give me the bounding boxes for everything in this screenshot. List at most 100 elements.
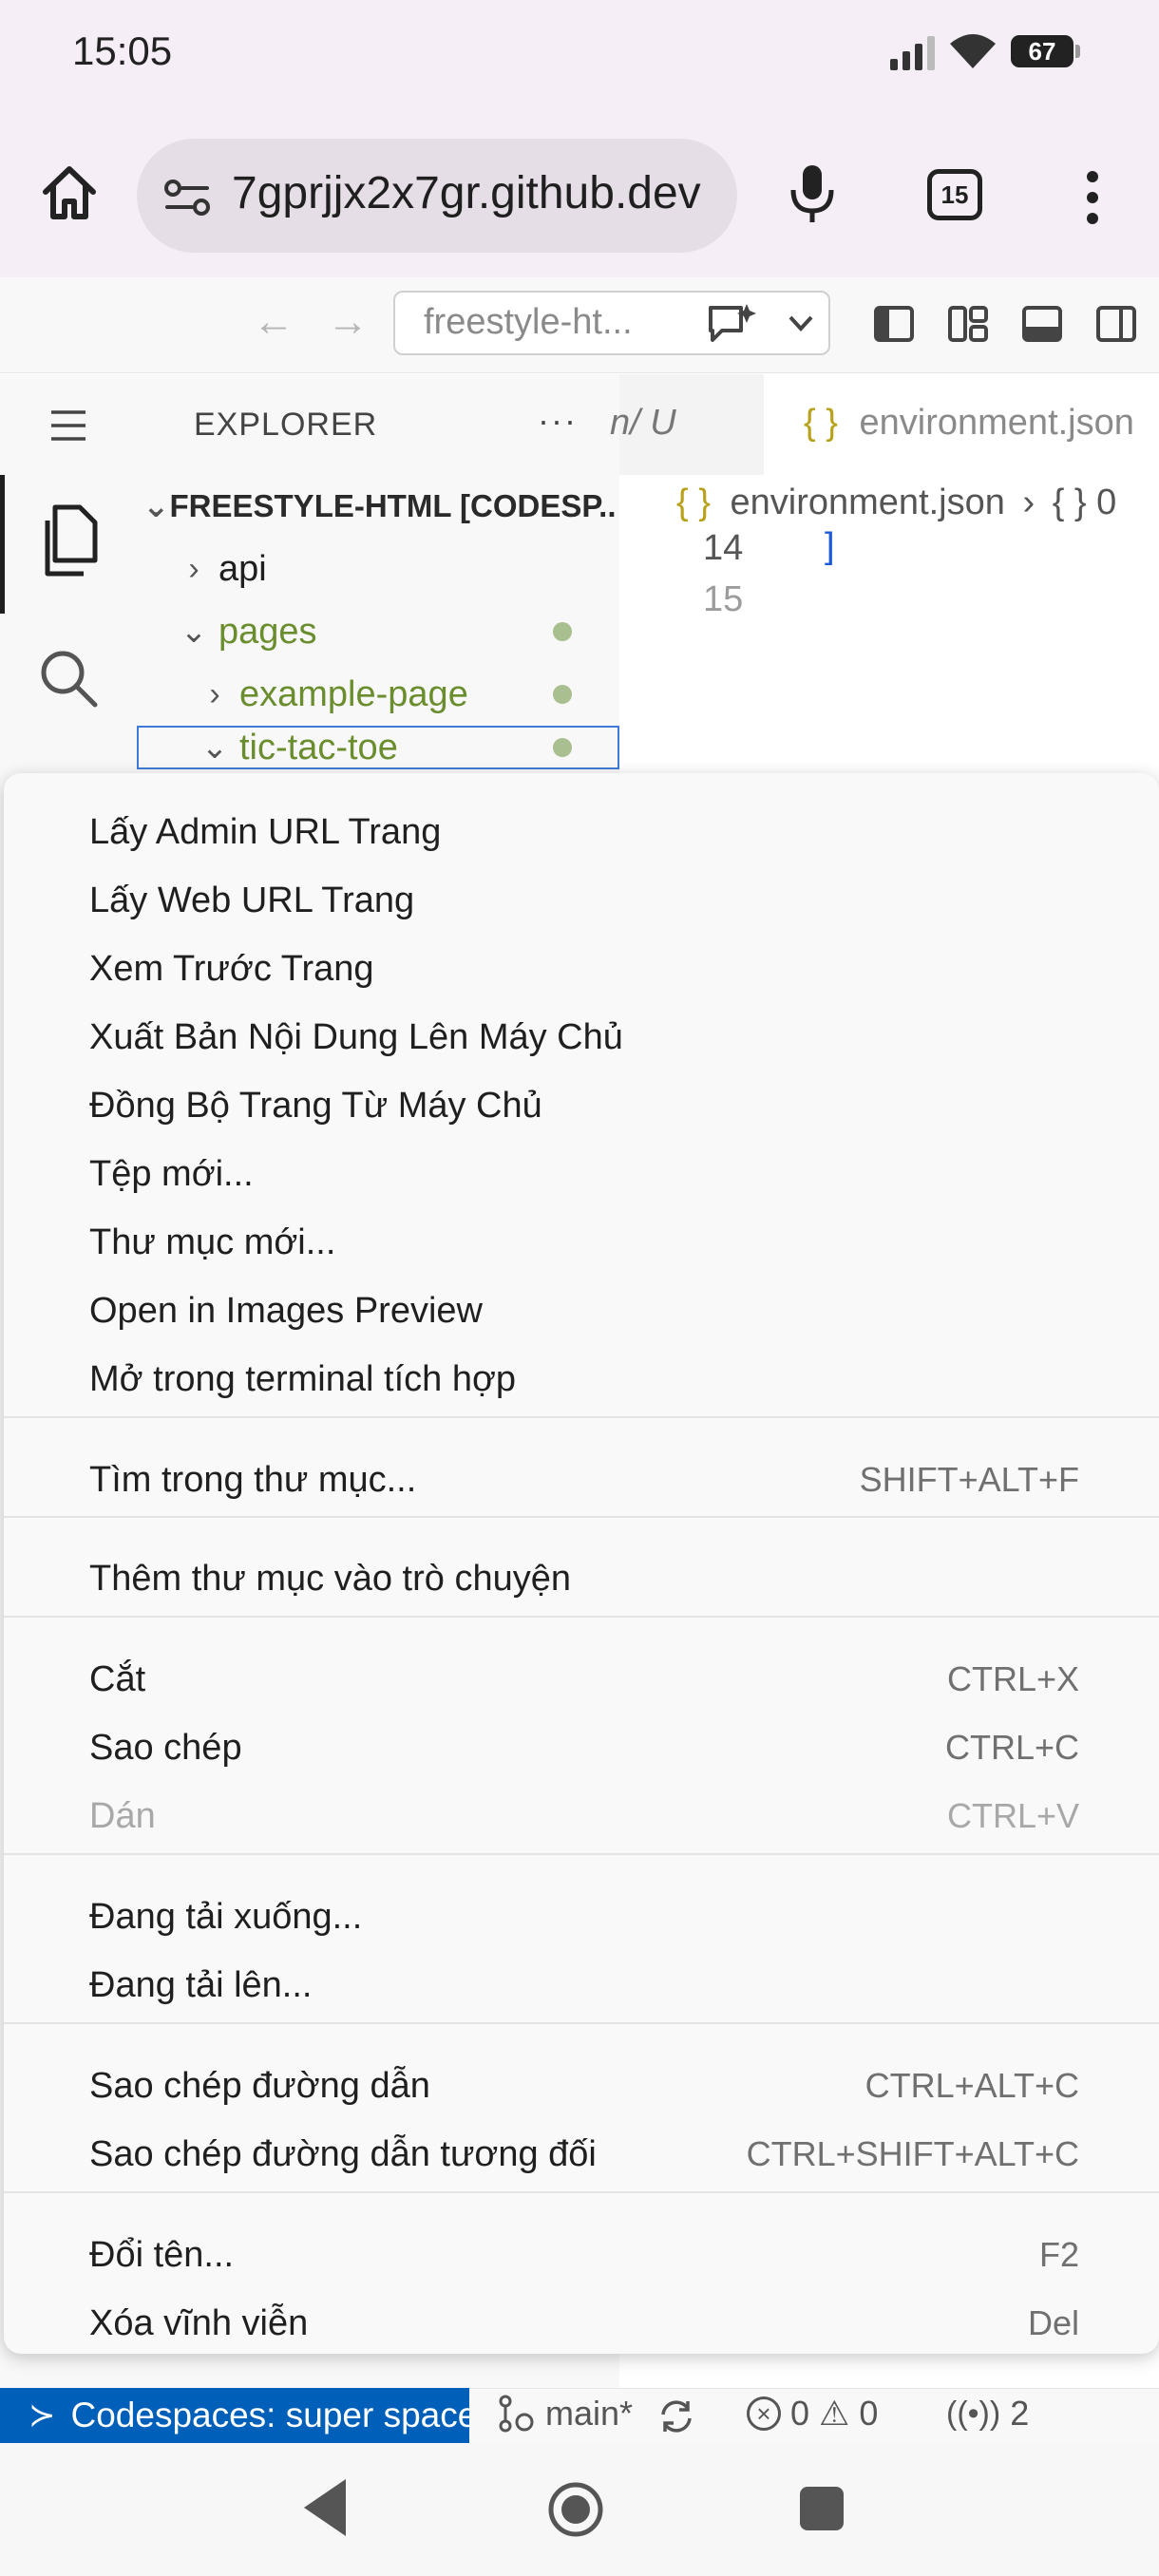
active-tab-label[interactable]: { } environment.json: [804, 403, 1134, 444]
modified-dot: [553, 738, 572, 757]
line-number: 15: [703, 579, 744, 619]
back-arrow-icon[interactable]: ←: [253, 298, 294, 346]
menu-item-add-folder-to-chat[interactable]: Thêm thư mục vào trò chuyện: [4, 1544, 1159, 1613]
url-text[interactable]: 7gprjjx2x7gr.github.dev: [232, 167, 726, 219]
toggle-secondary-sidebar-icon[interactable]: [1094, 302, 1138, 346]
menu-item-get-admin-url[interactable]: Lấy Admin URL Trang: [4, 798, 1159, 866]
explorer-files-icon[interactable]: [36, 503, 99, 579]
menu-item-new-folder[interactable]: Thư mục mới...: [4, 1208, 1159, 1277]
menu-item-cut[interactable]: Cắt CTRL+X: [4, 1645, 1159, 1714]
tree-item-label: tic-tac-toe: [239, 727, 398, 767]
branch-indicator[interactable]: main*: [496, 2394, 633, 2434]
site-settings-icon[interactable]: [160, 169, 217, 226]
modified-dot: [553, 685, 572, 704]
workspace-root-label: FREESTYLE-HTML [CODESP...: [169, 488, 618, 523]
sync-icon[interactable]: [656, 2397, 697, 2435]
breadcrumb-file[interactable]: environment.json: [731, 483, 1005, 522]
active-indicator: [0, 475, 5, 614]
chevron-right-icon: ›: [188, 550, 200, 587]
remote-icon: ≻: [28, 2397, 56, 2434]
warning-count: 0: [859, 2394, 879, 2433]
menu-item-paste: Dán CTRL+V: [89, 1795, 1079, 1836]
tree-item-tic-tac-toe[interactable]: ⌄ tic-tac-toe: [137, 726, 619, 769]
broadcast-icon: ((•)): [946, 2395, 1001, 2432]
explorer-more-actions[interactable]: ···: [538, 401, 578, 441]
menu-item-upload[interactable]: Đang tải lên...: [4, 1951, 1159, 2019]
menu-item-copy-path[interactable]: Sao chép đường dẫn CTRL+ALT+C: [4, 2052, 1159, 2120]
menu-item-find-in-folder[interactable]: Tìm trong thư mục... SHIFT+ALT+F: [4, 1446, 1159, 1514]
explorer-title: EXPLORER: [194, 407, 378, 443]
signal-icon: [890, 32, 935, 70]
chevron-down-icon: ⌄: [180, 614, 208, 650]
home-nav-icon[interactable]: [547, 2481, 604, 2538]
chevron-down-icon: ⌄: [142, 488, 170, 524]
remote-label: Codespaces: super space: [70, 2396, 470, 2434]
source-control-branch-icon: [499, 2395, 534, 2433]
copilot-chat-icon[interactable]: [705, 300, 758, 348]
system-icons: 67: [890, 32, 1080, 70]
customize-layout-icon[interactable]: [946, 302, 990, 346]
menu-item-open-images-preview[interactable]: Open in Images Preview: [4, 1277, 1159, 1345]
clock: 15:05: [72, 28, 173, 73]
forward-arrow-icon[interactable]: →: [327, 298, 369, 346]
menu-item-download[interactable]: Đang tải xuống...: [4, 1883, 1159, 1951]
microphone-icon[interactable]: [779, 160, 846, 226]
hamburger-menu-icon[interactable]: [49, 408, 87, 443]
menu-item-preview-page[interactable]: Xem Trước Trang: [4, 935, 1159, 1003]
back-icon[interactable]: [304, 2479, 346, 2536]
breadcrumb-symbol[interactable]: { } 0: [1053, 483, 1117, 522]
menu-separator: [4, 1516, 1159, 1518]
chevron-right-icon: ›: [209, 675, 220, 712]
context-menu: Lấy Admin URL Trang Lấy Web URL Trang Xe…: [4, 773, 1159, 2354]
menu-item-copy[interactable]: Sao chép CTRL+C: [4, 1714, 1159, 1782]
menu-separator: [4, 1853, 1159, 1855]
tree-item-pages[interactable]: ⌄ pages: [175, 600, 572, 663]
remote-indicator[interactable]: ≻ Codespaces: super space: [0, 2388, 469, 2443]
menu-item-copy-relative-path[interactable]: Sao chép đường dẫn tương đối CTRL+SHIFT+A…: [4, 2120, 1159, 2188]
menu-separator: [4, 1416, 1159, 1418]
ports-count: 2: [1010, 2394, 1030, 2433]
recent-apps-icon[interactable]: [800, 2487, 844, 2530]
tab-switcher-button[interactable]: 15: [927, 169, 982, 220]
toggle-panel-icon[interactable]: [1020, 302, 1064, 346]
tree-item-example-page[interactable]: › example-page: [196, 663, 572, 726]
battery-icon: 67: [1011, 35, 1080, 67]
breadcrumb[interactable]: { } environment.json › { } 0: [676, 483, 1116, 523]
workspace-root[interactable]: ⌄ FREESTYLE-HTML [CODESP...: [142, 475, 618, 538]
toggle-primary-sidebar-icon[interactable]: [872, 302, 916, 346]
code-line[interactable]: ]: [825, 526, 835, 567]
ports-indicator[interactable]: ((•)) 2: [946, 2394, 1029, 2434]
command-center-text[interactable]: freestyle-ht...: [424, 302, 633, 343]
more-vert-icon[interactable]: [1074, 169, 1112, 226]
line-number: 14: [703, 528, 744, 568]
menu-item-sync-page[interactable]: Đồng Bộ Trang Từ Máy Chủ: [4, 1071, 1159, 1140]
error-count: 0: [790, 2394, 810, 2433]
json-file-icon: { }: [804, 403, 838, 443]
chevron-down-icon[interactable]: [785, 304, 817, 342]
error-icon: ×: [747, 2396, 781, 2431]
tree-item-label: api: [218, 548, 267, 589]
menu-item-publish-content[interactable]: Xuất Bản Nội Dung Lên Máy Chủ: [4, 1003, 1159, 1071]
menu-item-get-web-url[interactable]: Lấy Web URL Trang: [4, 866, 1159, 935]
active-tab-name: environment.json: [859, 403, 1134, 443]
menu-item-new-file[interactable]: Tệp mới...: [4, 1140, 1159, 1208]
chevron-down-icon: ⌄: [200, 729, 229, 766]
tree-item-api[interactable]: › api: [175, 538, 602, 600]
menu-separator: [4, 2022, 1159, 2024]
tree-item-label: example-page: [239, 673, 468, 714]
warning-icon: ⚠: [819, 2394, 850, 2433]
menu-separator: [4, 2191, 1159, 2193]
breadcrumb-separator-icon: ›: [1022, 483, 1036, 522]
menu-item-delete-permanently[interactable]: Xóa vĩnh viễn Del: [4, 2289, 1159, 2358]
tree-item-label: pages: [218, 611, 317, 652]
editor-tab-partial[interactable]: n/ U: [610, 403, 676, 444]
menu-item-rename[interactable]: Đổi tên... F2: [4, 2221, 1159, 2289]
problems-indicator[interactable]: × 0 ⚠ 0: [747, 2394, 878, 2434]
menu-separator: [4, 1616, 1159, 1618]
menu-item-open-in-terminal[interactable]: Mở trong terminal tích hợp: [4, 1345, 1159, 1413]
home-icon[interactable]: [36, 160, 103, 226]
search-icon[interactable]: [36, 646, 99, 709]
modified-dot: [553, 622, 572, 641]
branch-name: main*: [545, 2394, 634, 2433]
json-file-icon: { }: [676, 483, 711, 522]
